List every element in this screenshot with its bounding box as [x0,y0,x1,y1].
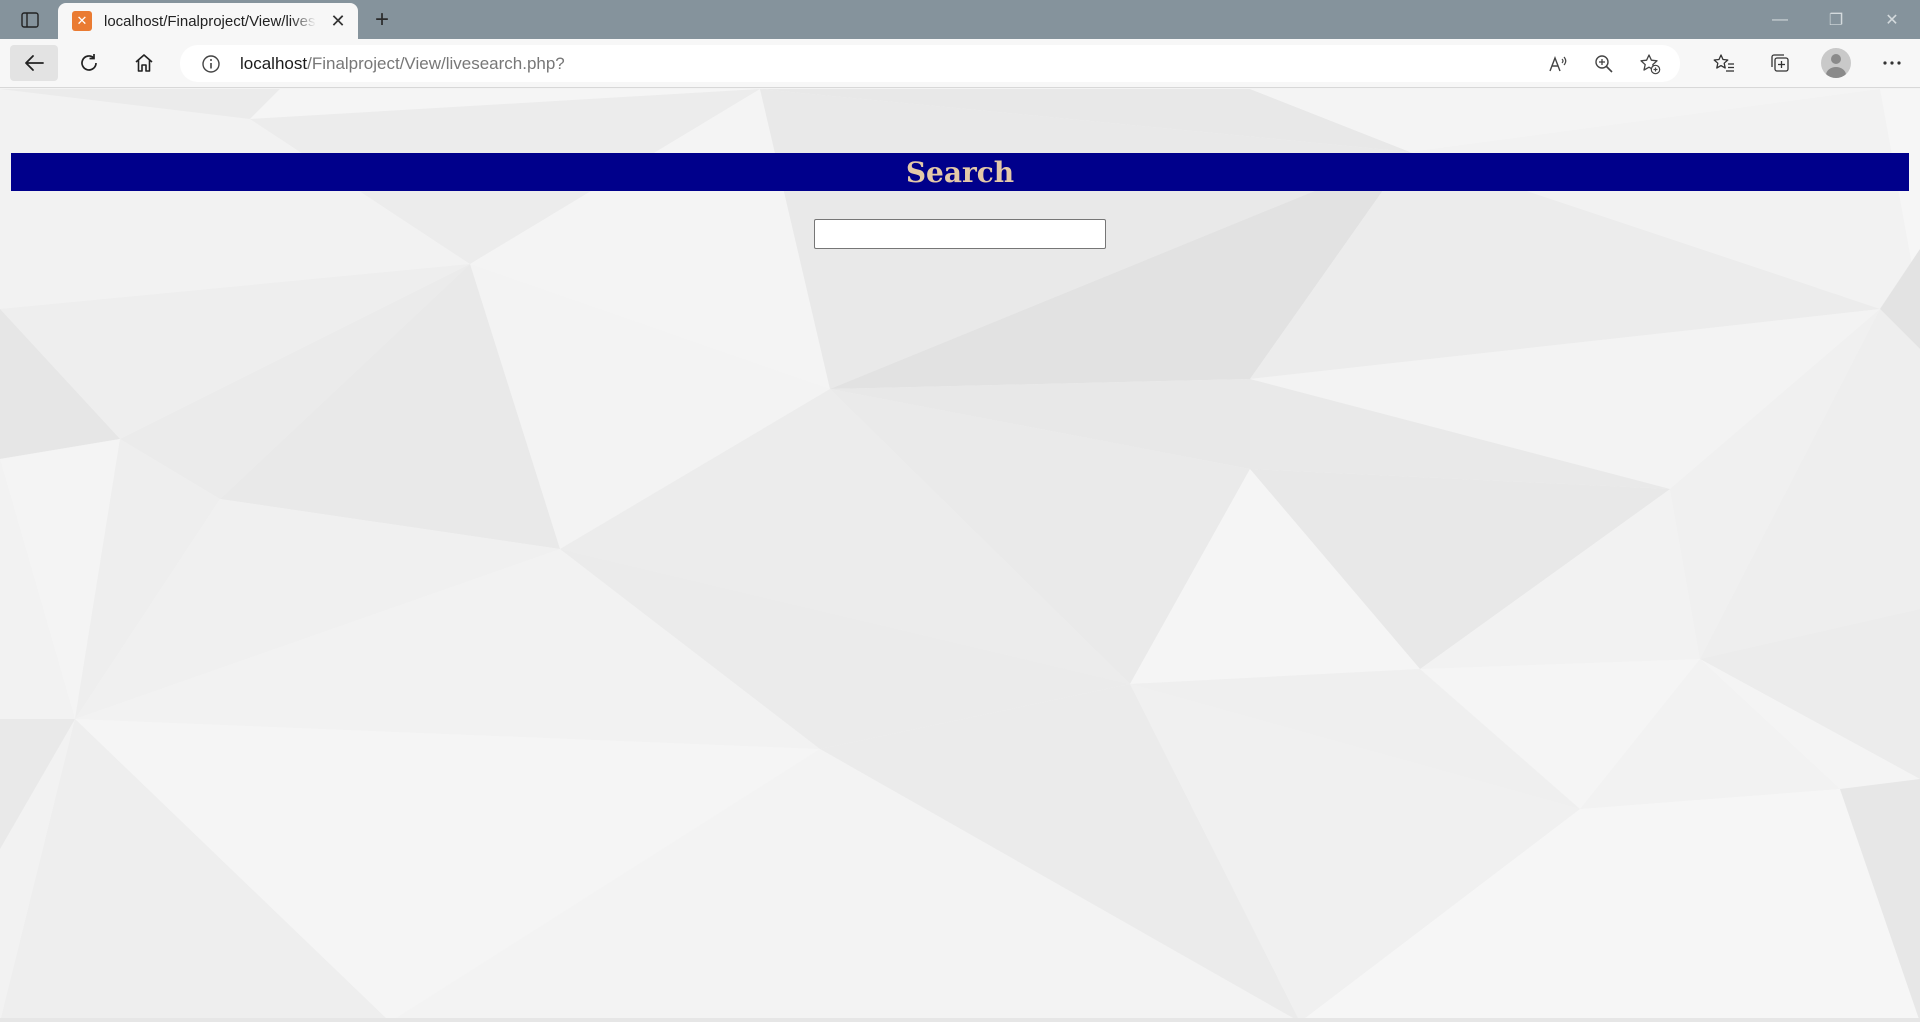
minimize-icon[interactable]: — [1752,0,1808,39]
page-title: Search [905,155,1015,189]
info-icon[interactable] [200,53,222,75]
tab-actions-icon[interactable] [14,7,46,33]
window-controls: — ❐ ✕ [1752,0,1920,39]
more-icon[interactable] [1864,45,1920,81]
profile-icon[interactable] [1808,45,1864,81]
collections-icon[interactable] [1752,45,1808,81]
plus-icon[interactable]: + [368,6,396,34]
reload-icon[interactable] [65,45,113,81]
zoom-in-icon[interactable] [1592,52,1616,76]
close-tab-icon[interactable]: ✕ [328,11,348,31]
tab-title: localhost/Finalproject/View/livesearch.p… [104,12,316,30]
restore-icon[interactable]: ❐ [1808,0,1864,39]
back-arrow-icon[interactable] [10,45,58,81]
favorites-icon[interactable] [1696,45,1752,81]
search-banner: Search [11,153,1909,191]
avatar [1821,48,1851,78]
browser-tab-active[interactable]: ✕ localhost/Finalproject/View/livesearch… [58,3,358,39]
read-aloud-icon[interactable] [1546,52,1570,76]
address-bar-actions [1546,45,1662,82]
close-window-icon[interactable]: ✕ [1864,0,1920,39]
address-bar[interactable]: localhost/Finalproject/View/livesearch.p… [180,45,1680,82]
browser-right-tools [1696,45,1920,81]
page-viewport: Search [0,89,1920,1022]
browser-toolbar: localhost/Finalproject/View/livesearch.p… [0,39,1920,88]
home-icon[interactable] [120,45,168,81]
url-host: localhost [240,53,308,73]
add-favorite-icon[interactable] [1638,52,1662,76]
url-path: /Finalproject/View/livesearch.php? [307,53,565,73]
search-input[interactable] [814,219,1106,249]
page-bottom-edge [0,1018,1920,1022]
xampp-icon: ✕ [72,11,92,31]
url-text[interactable]: localhost/Finalproject/View/livesearch.p… [240,54,565,74]
browser-title-bar: ✕ localhost/Finalproject/View/livesearch… [0,0,1920,39]
